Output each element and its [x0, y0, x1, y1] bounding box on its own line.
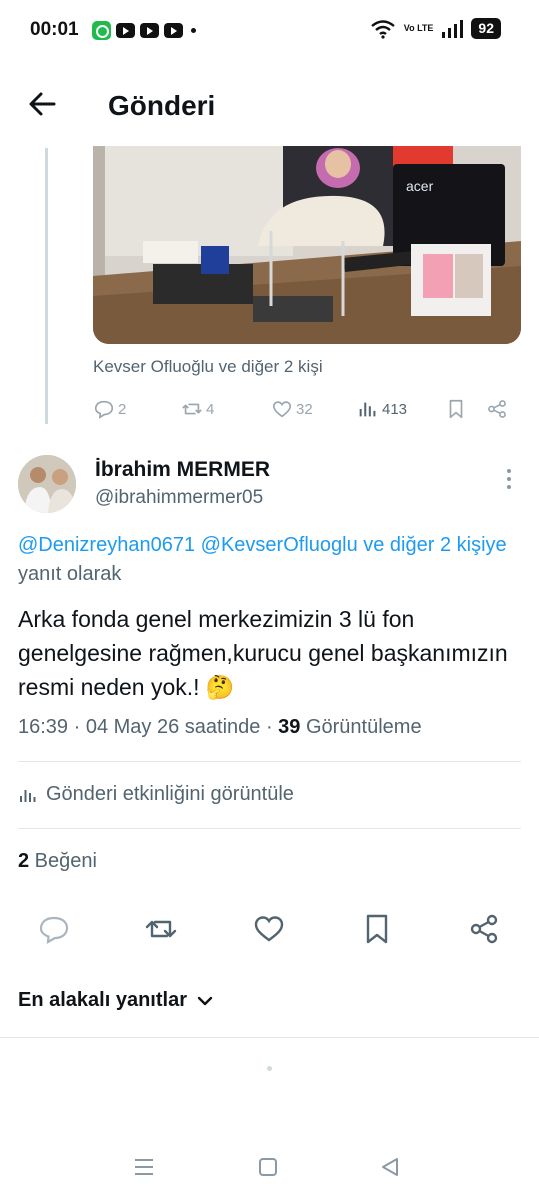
bookmark-action[interactable]	[445, 398, 467, 420]
avatar-photo	[18, 455, 76, 513]
more-notifications-dot	[191, 28, 196, 33]
loading-indicator	[267, 1066, 272, 1071]
repost-count: 4	[206, 400, 215, 418]
share-action[interactable]	[486, 398, 508, 420]
reply-icon	[94, 400, 114, 419]
post-meta: 16:39 · 04 May 26 saatinde · 39 Görüntül…	[18, 716, 422, 739]
bookmark-icon[interactable]	[360, 912, 394, 946]
likes-count: 2	[18, 850, 30, 872]
repost-action[interactable]: 4	[181, 398, 214, 420]
system-nav-bar	[0, 1140, 539, 1200]
views-count: 39	[278, 716, 301, 738]
heart-icon[interactable]	[252, 912, 286, 946]
svg-text:acer: acer	[406, 178, 434, 194]
tagged-users[interactable]: Kevser Ofluoğlu ve diğer 2 kişi	[93, 357, 323, 377]
system-icons: Vo LTE 92	[370, 18, 501, 39]
youtube-icon	[116, 23, 135, 38]
thread-line	[45, 148, 48, 424]
chevron-down-icon	[197, 996, 213, 1005]
menu-icon[interactable]	[133, 1156, 155, 1178]
divider	[0, 1037, 539, 1038]
youtube-icon	[140, 23, 159, 38]
share-icon[interactable]	[467, 912, 501, 946]
status-time: 00:01	[30, 19, 79, 40]
reply-suffix: yanıt olarak	[18, 563, 122, 585]
whatsapp-icon	[92, 21, 111, 40]
like-action[interactable]: 32	[271, 398, 313, 420]
avatar[interactable]	[18, 455, 76, 513]
bookmark-icon	[449, 399, 463, 419]
mention-link[interactable]: @KevserOfluoglu ve diğer 2 kişiye	[201, 534, 507, 556]
volte-indicator: Vo LTE	[403, 23, 434, 33]
divider	[18, 828, 521, 829]
reply-context: @Denizreyhan0671 @KevserOfluoglu ve diğe…	[18, 531, 518, 589]
author-handle[interactable]: @ibrahimmermer05	[95, 487, 263, 509]
page-header: Gönderi	[0, 62, 539, 146]
likes-summary[interactable]: 2 Beğeni	[18, 850, 97, 873]
back-icon[interactable]	[379, 1156, 401, 1178]
reply-icon[interactable]	[37, 912, 71, 946]
analytics-icon	[20, 789, 36, 802]
heart-icon	[272, 401, 292, 418]
reply-sort-dropdown[interactable]: En alakalı yanıtlar	[18, 989, 213, 1012]
like-count: 32	[296, 400, 313, 418]
youtube-icon	[164, 23, 183, 38]
post-activity-link[interactable]: Gönderi etkinliğini görüntüle	[18, 783, 294, 806]
reply-action[interactable]: 2	[93, 398, 126, 420]
signal-icon	[442, 19, 464, 38]
status-bar: 00:01 Vo LTE 92	[0, 0, 539, 62]
notification-icons	[92, 21, 196, 40]
views-count: 413	[382, 400, 408, 418]
views-action[interactable]: 413	[357, 398, 407, 420]
post-image[interactable]: acer	[93, 146, 521, 344]
views-icon	[359, 402, 376, 417]
mention-link[interactable]: @Denizreyhan0671	[18, 534, 195, 556]
back-arrow-icon[interactable]	[26, 88, 58, 120]
office-photo: acer	[93, 146, 521, 344]
battery-indicator: 92	[471, 18, 501, 39]
activity-label: Gönderi etkinliğini görüntüle	[46, 783, 294, 805]
share-icon	[488, 400, 506, 418]
home-icon[interactable]	[257, 1156, 279, 1178]
more-options-icon[interactable]	[500, 466, 518, 492]
author-name[interactable]: İbrahim MERMER	[95, 458, 270, 482]
sort-label: En alakalı yanıtlar	[18, 989, 187, 1011]
views-label: Görüntüleme	[300, 716, 422, 738]
repost-icon	[182, 403, 202, 415]
wifi-icon	[370, 19, 395, 39]
post-text: Arka fonda genel merkezimizin 3 lü fon g…	[18, 606, 508, 700]
likes-label: Beğeni	[29, 850, 97, 872]
repost-icon[interactable]	[144, 912, 178, 946]
reply-count: 2	[118, 400, 127, 418]
parent-post-actions: 2 4 32 413	[93, 398, 513, 424]
divider	[18, 761, 521, 762]
page-title: Gönderi	[108, 90, 216, 121]
post-timestamp: 16:39 · 04 May 26 saatinde ·	[18, 716, 279, 738]
